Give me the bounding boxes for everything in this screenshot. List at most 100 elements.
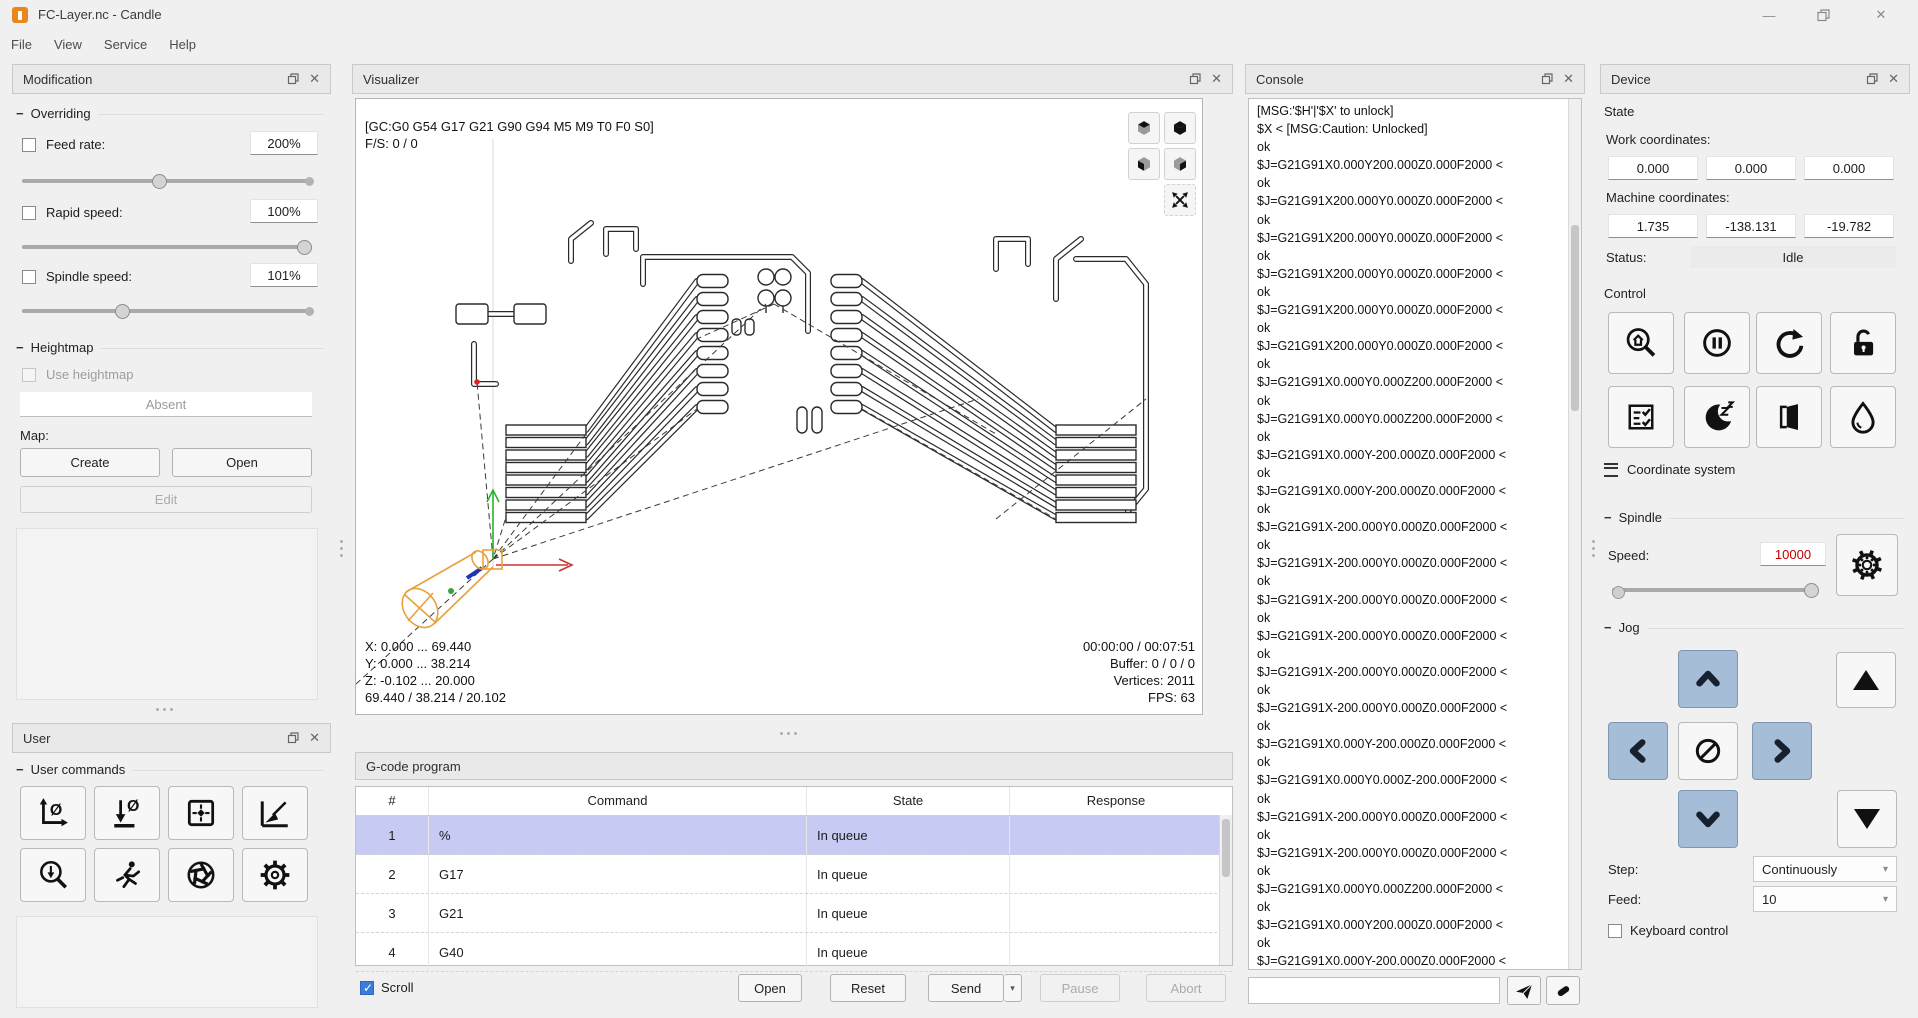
jog-y-plus-button[interactable] bbox=[1678, 650, 1738, 708]
view-front-button[interactable] bbox=[1128, 148, 1160, 180]
jog-y-minus-button[interactable] bbox=[1678, 790, 1738, 848]
control-flood-button[interactable] bbox=[1830, 386, 1896, 448]
reset-button[interactable]: Reset bbox=[830, 974, 906, 1002]
spindle-speed-checkbox[interactable] bbox=[22, 270, 36, 284]
spindle-speed-slider-handle[interactable] bbox=[115, 303, 130, 319]
gcode-table-scrollbar[interactable] bbox=[1219, 815, 1232, 965]
scroll-checkbox[interactable] bbox=[360, 981, 374, 995]
spindle-speed-slider[interactable] bbox=[22, 309, 312, 313]
float-panel-icon[interactable] bbox=[287, 732, 299, 744]
coordinate-system-header[interactable]: Coordinate system bbox=[1604, 462, 1735, 477]
spindle-slider-handle[interactable] bbox=[1804, 582, 1819, 598]
jog-z-minus-button[interactable] bbox=[1837, 790, 1897, 848]
feed-select[interactable]: 10 ▾ bbox=[1753, 886, 1897, 912]
close-panel-icon[interactable]: ✕ bbox=[309, 71, 320, 87]
collapse-icon[interactable] bbox=[16, 106, 24, 121]
jog-x-minus-button[interactable] bbox=[1608, 722, 1668, 780]
console-send-button[interactable] bbox=[1507, 976, 1541, 1005]
console-output[interactable]: [MSG:'$H'|'$X' to unlock] $X < [MSG:Cauti… bbox=[1248, 98, 1582, 970]
jog-x-plus-button[interactable] bbox=[1752, 722, 1812, 780]
gcode-table-row[interactable]: 4 G40 In queue bbox=[356, 933, 1232, 972]
user-command-settings-button[interactable] bbox=[242, 848, 308, 902]
col-response[interactable]: Response bbox=[1010, 787, 1222, 815]
pause-button[interactable]: Pause bbox=[1040, 974, 1120, 1002]
abort-button[interactable]: Abort bbox=[1146, 974, 1226, 1002]
collapse-icon[interactable] bbox=[1604, 510, 1612, 525]
rapid-speed-checkbox[interactable] bbox=[22, 206, 36, 220]
collapse-icon[interactable] bbox=[1604, 620, 1612, 635]
control-door-button[interactable] bbox=[1756, 386, 1822, 448]
visualizer-canvas[interactable] bbox=[355, 98, 1203, 715]
collapse-icon[interactable] bbox=[16, 340, 24, 355]
feed-rate-slider[interactable] bbox=[22, 179, 312, 183]
keyboard-control-checkbox[interactable] bbox=[1608, 924, 1622, 938]
view-side-button[interactable] bbox=[1164, 148, 1196, 180]
col-state[interactable]: State bbox=[807, 787, 1010, 815]
close-panel-icon[interactable]: ✕ bbox=[309, 730, 320, 746]
send-button[interactable]: Send bbox=[928, 974, 1004, 1002]
feed-rate-value[interactable]: 200% bbox=[250, 131, 318, 155]
spindle-speed-value[interactable]: 10000 bbox=[1760, 542, 1826, 566]
user-command-safe-position-button[interactable] bbox=[168, 786, 234, 840]
control-unlock-button[interactable] bbox=[1830, 312, 1896, 374]
send-dropdown-button[interactable]: ▾ bbox=[1004, 974, 1022, 1002]
close-panel-icon[interactable]: ✕ bbox=[1888, 71, 1899, 87]
rapid-speed-slider[interactable] bbox=[22, 245, 312, 249]
control-zprobe-button[interactable] bbox=[1684, 312, 1750, 374]
heightmap-edit-button[interactable]: Edit bbox=[20, 486, 312, 513]
spindle-speed-value[interactable]: 101% bbox=[250, 263, 318, 287]
close-button[interactable]: ✕ bbox=[1858, 0, 1904, 30]
collapse-icon[interactable] bbox=[16, 762, 24, 777]
open-file-button[interactable]: Open bbox=[738, 974, 802, 1002]
view-isometric-button[interactable] bbox=[1164, 112, 1196, 144]
control-sleep-button[interactable] bbox=[1684, 386, 1750, 448]
control-home-button[interactable] bbox=[1608, 312, 1674, 374]
jog-z-plus-button[interactable] bbox=[1836, 652, 1896, 708]
console-clear-button[interactable] bbox=[1546, 976, 1580, 1005]
feed-rate-slider-handle[interactable] bbox=[152, 173, 167, 189]
console-command-input[interactable] bbox=[1248, 977, 1500, 1004]
gcode-table-row[interactable]: 2 G17 In queue bbox=[356, 855, 1232, 894]
spindle-slider[interactable] bbox=[1612, 588, 1818, 592]
use-heightmap-checkbox[interactable] bbox=[22, 368, 36, 382]
feed-rate-checkbox[interactable] bbox=[22, 138, 36, 152]
user-command-probe-button[interactable] bbox=[20, 848, 86, 902]
menu-view[interactable]: View bbox=[43, 37, 93, 52]
menu-service[interactable]: Service bbox=[93, 37, 158, 52]
user-command-zero-z-button[interactable]: Ø bbox=[94, 786, 160, 840]
user-command-shutter-button[interactable] bbox=[168, 848, 234, 902]
gcode-table-row[interactable]: 1 % In queue bbox=[356, 816, 1232, 855]
float-panel-icon[interactable] bbox=[1541, 73, 1553, 85]
splitter-handle-vertical[interactable] bbox=[340, 540, 343, 557]
minimize-button[interactable]: — bbox=[1746, 0, 1792, 30]
close-panel-icon[interactable]: ✕ bbox=[1211, 71, 1222, 87]
view-top-button[interactable] bbox=[1128, 112, 1160, 144]
gcode-table[interactable]: # Command State Response 1 % In queue 2 … bbox=[355, 786, 1233, 972]
fit-view-button[interactable] bbox=[1164, 184, 1196, 216]
col-command[interactable]: Command bbox=[429, 787, 807, 815]
rapid-speed-slider-handle[interactable] bbox=[297, 239, 312, 255]
console-scrollbar[interactable] bbox=[1568, 99, 1581, 969]
spindle-toggle-button[interactable] bbox=[1836, 534, 1898, 596]
gcode-table-row[interactable]: 3 G21 In queue bbox=[356, 894, 1232, 933]
user-command-zero-xy-button[interactable]: Ø bbox=[20, 786, 86, 840]
heightmap-open-button[interactable]: Open bbox=[172, 448, 312, 477]
heightmap-create-button[interactable]: Create bbox=[20, 448, 160, 477]
col-number[interactable]: # bbox=[356, 787, 429, 815]
menu-help[interactable]: Help bbox=[158, 37, 207, 52]
splitter-handle[interactable] bbox=[780, 732, 797, 735]
jog-stop-button[interactable] bbox=[1678, 722, 1738, 780]
menu-file[interactable]: File bbox=[0, 37, 43, 52]
float-panel-icon[interactable] bbox=[1866, 73, 1878, 85]
rapid-speed-value[interactable]: 100% bbox=[250, 199, 318, 223]
user-command-return-origin-button[interactable] bbox=[242, 786, 308, 840]
float-panel-icon[interactable] bbox=[1189, 73, 1201, 85]
user-command-run-button[interactable] bbox=[94, 848, 160, 902]
float-panel-icon[interactable] bbox=[287, 73, 299, 85]
control-check-mode-button[interactable] bbox=[1608, 386, 1674, 448]
control-restore-origin-button[interactable] bbox=[1756, 312, 1822, 374]
close-panel-icon[interactable]: ✕ bbox=[1563, 71, 1574, 87]
restore-button[interactable] bbox=[1800, 0, 1846, 30]
splitter-handle-vertical[interactable] bbox=[1592, 540, 1595, 557]
step-select[interactable]: Continuously ▾ bbox=[1753, 856, 1897, 882]
